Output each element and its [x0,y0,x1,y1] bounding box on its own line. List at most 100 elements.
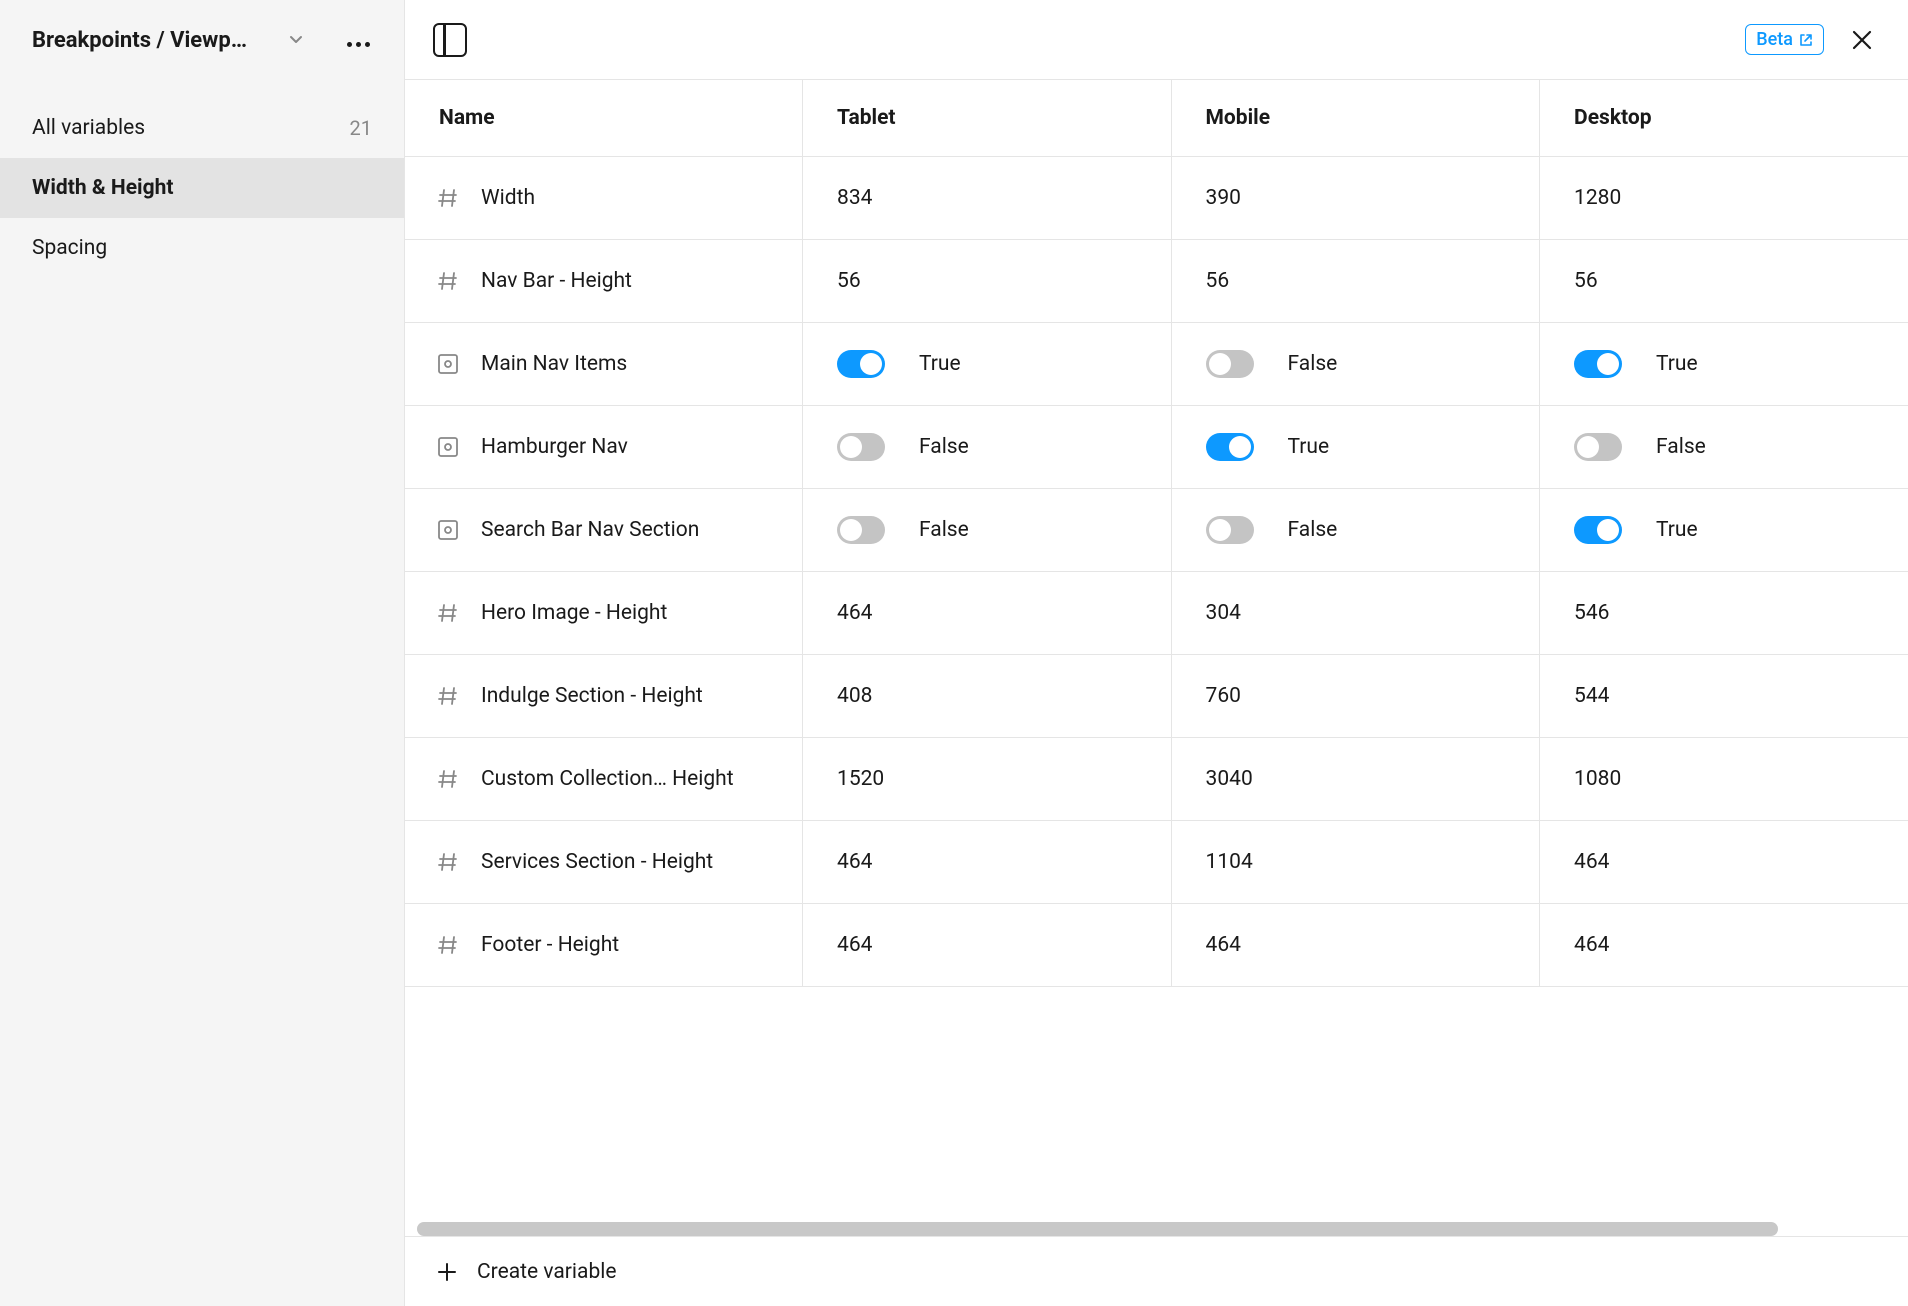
variable-name: Services Section - Height [481,850,713,874]
variable-name-cell[interactable]: Indulge Section - Height [405,655,802,737]
sidebar: Breakpoints / Viewp… All variables 21 Wi… [0,0,405,1306]
number-value-cell[interactable]: 1520 [803,738,1171,820]
number-value-cell[interactable]: 56 [803,240,1171,322]
table-row[interactable]: Hamburger Nav False True False [405,406,1908,489]
boolean-value-cell[interactable]: True [1172,406,1540,488]
boolean-label: True [1288,435,1330,459]
number-value-cell[interactable]: 1280 [1540,157,1908,239]
horizontal-scrollbar[interactable] [417,1222,1896,1236]
footer-bar: Create variable [405,1236,1908,1306]
variable-name: Nav Bar - Height [481,269,632,293]
table-row[interactable]: Services Section - Height 4641104464 [405,821,1908,904]
number-value-cell[interactable]: 464 [1540,904,1908,986]
variable-name: Hamburger Nav [481,435,628,459]
number-value-cell[interactable]: 544 [1540,655,1908,737]
boolean-toggle[interactable] [1574,350,1622,378]
chevron-down-icon[interactable] [287,31,305,49]
number-value-cell[interactable]: 390 [1172,157,1540,239]
table-row[interactable]: Indulge Section - Height408760544 [405,655,1908,738]
boolean-toggle[interactable] [1574,433,1622,461]
boolean-label: False [919,435,969,459]
table-row[interactable]: Main Nav ItemsTrueFalseTrue [405,323,1908,406]
variable-name-cell[interactable]: Hamburger Nav [405,406,802,488]
boolean-value-cell[interactable]: False [1540,406,1908,488]
boolean-toggle[interactable] [837,350,885,378]
variable-name: Footer - Height [481,933,619,957]
boolean-type-icon [435,351,461,377]
create-variable-button[interactable]: Create variable [435,1260,616,1284]
variables-table-wrap: Name Tablet Mobile Desktop Width 83439012… [405,80,1908,1306]
boolean-value-cell[interactable]: False [803,406,1171,488]
number-value-cell[interactable]: 834 [803,157,1171,239]
boolean-toggle[interactable] [1206,433,1254,461]
variable-name-cell[interactable]: Main Nav Items [405,323,802,405]
boolean-toggle[interactable] [1206,516,1254,544]
number-value-cell[interactable]: 464 [803,821,1171,903]
more-icon [345,29,372,52]
number-value-cell[interactable]: 464 [1172,904,1540,986]
sidebar-groups: All variables 21 Width & Height Spacing [0,80,404,278]
sidebar-item-spacing[interactable]: Spacing [0,218,404,278]
boolean-value-cell[interactable]: True [803,323,1171,405]
boolean-toggle[interactable] [837,516,885,544]
boolean-label: True [1656,352,1698,376]
variable-name-cell[interactable]: Hero Image - Height [405,572,802,654]
number-value-cell[interactable]: 546 [1540,572,1908,654]
boolean-toggle[interactable] [837,433,885,461]
table-row[interactable]: Footer - Height464464464 [405,904,1908,987]
boolean-value-cell[interactable]: True [1540,323,1908,405]
boolean-value-cell[interactable]: True [1540,489,1908,571]
more-button[interactable] [340,22,376,58]
number-value-cell[interactable]: 464 [803,572,1171,654]
sidebar-item-width-height[interactable]: Width & Height [0,158,404,218]
table-row[interactable]: Hero Image - Height464304546 [405,572,1908,655]
column-header-tablet[interactable]: Tablet [803,80,1172,157]
column-header-name[interactable]: Name [405,80,803,157]
variable-name-cell[interactable]: Width [405,157,802,239]
column-header-desktop[interactable]: Desktop [1540,80,1908,157]
boolean-toggle[interactable] [1574,516,1622,544]
beta-badge[interactable]: Beta [1745,24,1824,55]
number-value-cell[interactable]: 408 [803,655,1171,737]
variable-name-cell[interactable]: Custom Collection… Height [405,738,802,820]
variable-name: Custom Collection… Height [481,767,734,791]
number-value-cell[interactable]: 1104 [1172,821,1540,903]
boolean-value-cell[interactable]: False [1172,489,1540,571]
number-value-cell[interactable]: 760 [1172,655,1540,737]
variable-name: Width [481,186,535,210]
table-row[interactable]: Custom Collection… Height 152030401080 [405,738,1908,821]
boolean-toggle[interactable] [1206,350,1254,378]
plus-icon [435,1260,459,1284]
number-value-cell[interactable]: 56 [1540,240,1908,322]
number-value-cell[interactable]: 464 [1540,821,1908,903]
number-value-cell[interactable]: 1080 [1540,738,1908,820]
number-value-cell[interactable]: 3040 [1172,738,1540,820]
main-panel: Beta Name Tablet Mobile Desktop [405,0,1908,1306]
variable-name-cell[interactable]: Services Section - Height [405,821,802,903]
table-row[interactable]: Search Bar Nav SectionFalseFalseTrue [405,489,1908,572]
panel-toggle-icon[interactable] [433,23,467,57]
topbar: Beta [405,0,1908,80]
sidebar-item-all-variables[interactable]: All variables 21 [0,98,404,158]
variable-name-cell[interactable]: Footer - Height [405,904,802,986]
collection-title[interactable]: Breakpoints / Viewp… [32,28,277,53]
table-row[interactable]: Width 8343901280 [405,157,1908,240]
external-link-icon [1799,33,1813,47]
boolean-label: False [1656,435,1706,459]
table-row[interactable]: Nav Bar - Height565656 [405,240,1908,323]
scrollbar-thumb[interactable] [417,1222,1778,1236]
number-type-icon [435,683,461,709]
close-icon [1851,29,1873,51]
number-value-cell[interactable]: 304 [1172,572,1540,654]
variable-name-cell[interactable]: Search Bar Nav Section [405,489,802,571]
sidebar-item-label: Spacing [32,236,107,260]
boolean-value-cell[interactable]: False [803,489,1171,571]
column-header-mobile[interactable]: Mobile [1171,80,1540,157]
variable-name-cell[interactable]: Nav Bar - Height [405,240,802,322]
close-button[interactable] [1844,22,1880,58]
number-value-cell[interactable]: 56 [1172,240,1540,322]
boolean-value-cell[interactable]: False [1172,323,1540,405]
sidebar-item-label: Width & Height [32,176,173,200]
number-type-icon [435,600,461,626]
number-value-cell[interactable]: 464 [803,904,1171,986]
